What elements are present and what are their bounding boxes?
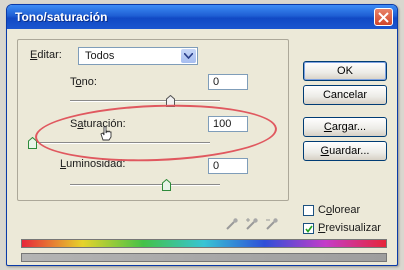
luminosidad-slider-thumb[interactable]	[162, 179, 171, 191]
luminosidad-slider[interactable]	[70, 179, 220, 192]
dialog-title: Tono/saturación	[15, 10, 108, 24]
checkmark-icon	[305, 225, 313, 233]
edit-channel-select[interactable]: Todos	[78, 47, 198, 65]
cancel-button[interactable]: Cancelar	[303, 85, 387, 105]
chevron-down-icon[interactable]	[181, 49, 196, 63]
luminosidad-slider-track	[70, 184, 220, 186]
close-icon	[378, 12, 389, 23]
eyedropper-icon[interactable]	[225, 217, 239, 231]
eyedropper-minus-icon[interactable]	[265, 217, 279, 231]
preview-label: Previsualizar	[318, 222, 381, 234]
edit-channel-value: Todos	[85, 50, 115, 62]
tono-input[interactable]: 0	[208, 74, 248, 90]
title-bar: Tono/saturación	[7, 5, 397, 29]
eyedropper-plus-icon[interactable]	[245, 217, 259, 231]
close-button[interactable]	[374, 8, 393, 26]
colorize-label: Colorear	[318, 204, 361, 216]
tono-label: Tono:	[70, 76, 97, 88]
preview-checkbox[interactable]: Previsualizar	[303, 222, 393, 236]
input-hue-spectrum	[21, 239, 387, 248]
ok-button[interactable]: OK	[303, 61, 387, 81]
save-button[interactable]: Guardar...	[303, 141, 387, 161]
load-button[interactable]: Cargar...	[303, 117, 387, 137]
colorize-checkbox-box[interactable]	[303, 205, 314, 216]
luminosidad-input[interactable]: 0	[208, 158, 248, 174]
colorize-checkbox[interactable]: Colorear	[303, 204, 393, 218]
hand-cursor-icon	[100, 126, 112, 141]
hue-saturation-dialog: Tono/saturación Editar: Todos Tono: 0 Sa…	[6, 4, 398, 266]
edit-label: Editar:	[30, 49, 62, 61]
tono-slider-track	[70, 100, 220, 102]
output-hue-spectrum	[21, 253, 387, 262]
preview-checkbox-box[interactable]	[303, 223, 314, 234]
